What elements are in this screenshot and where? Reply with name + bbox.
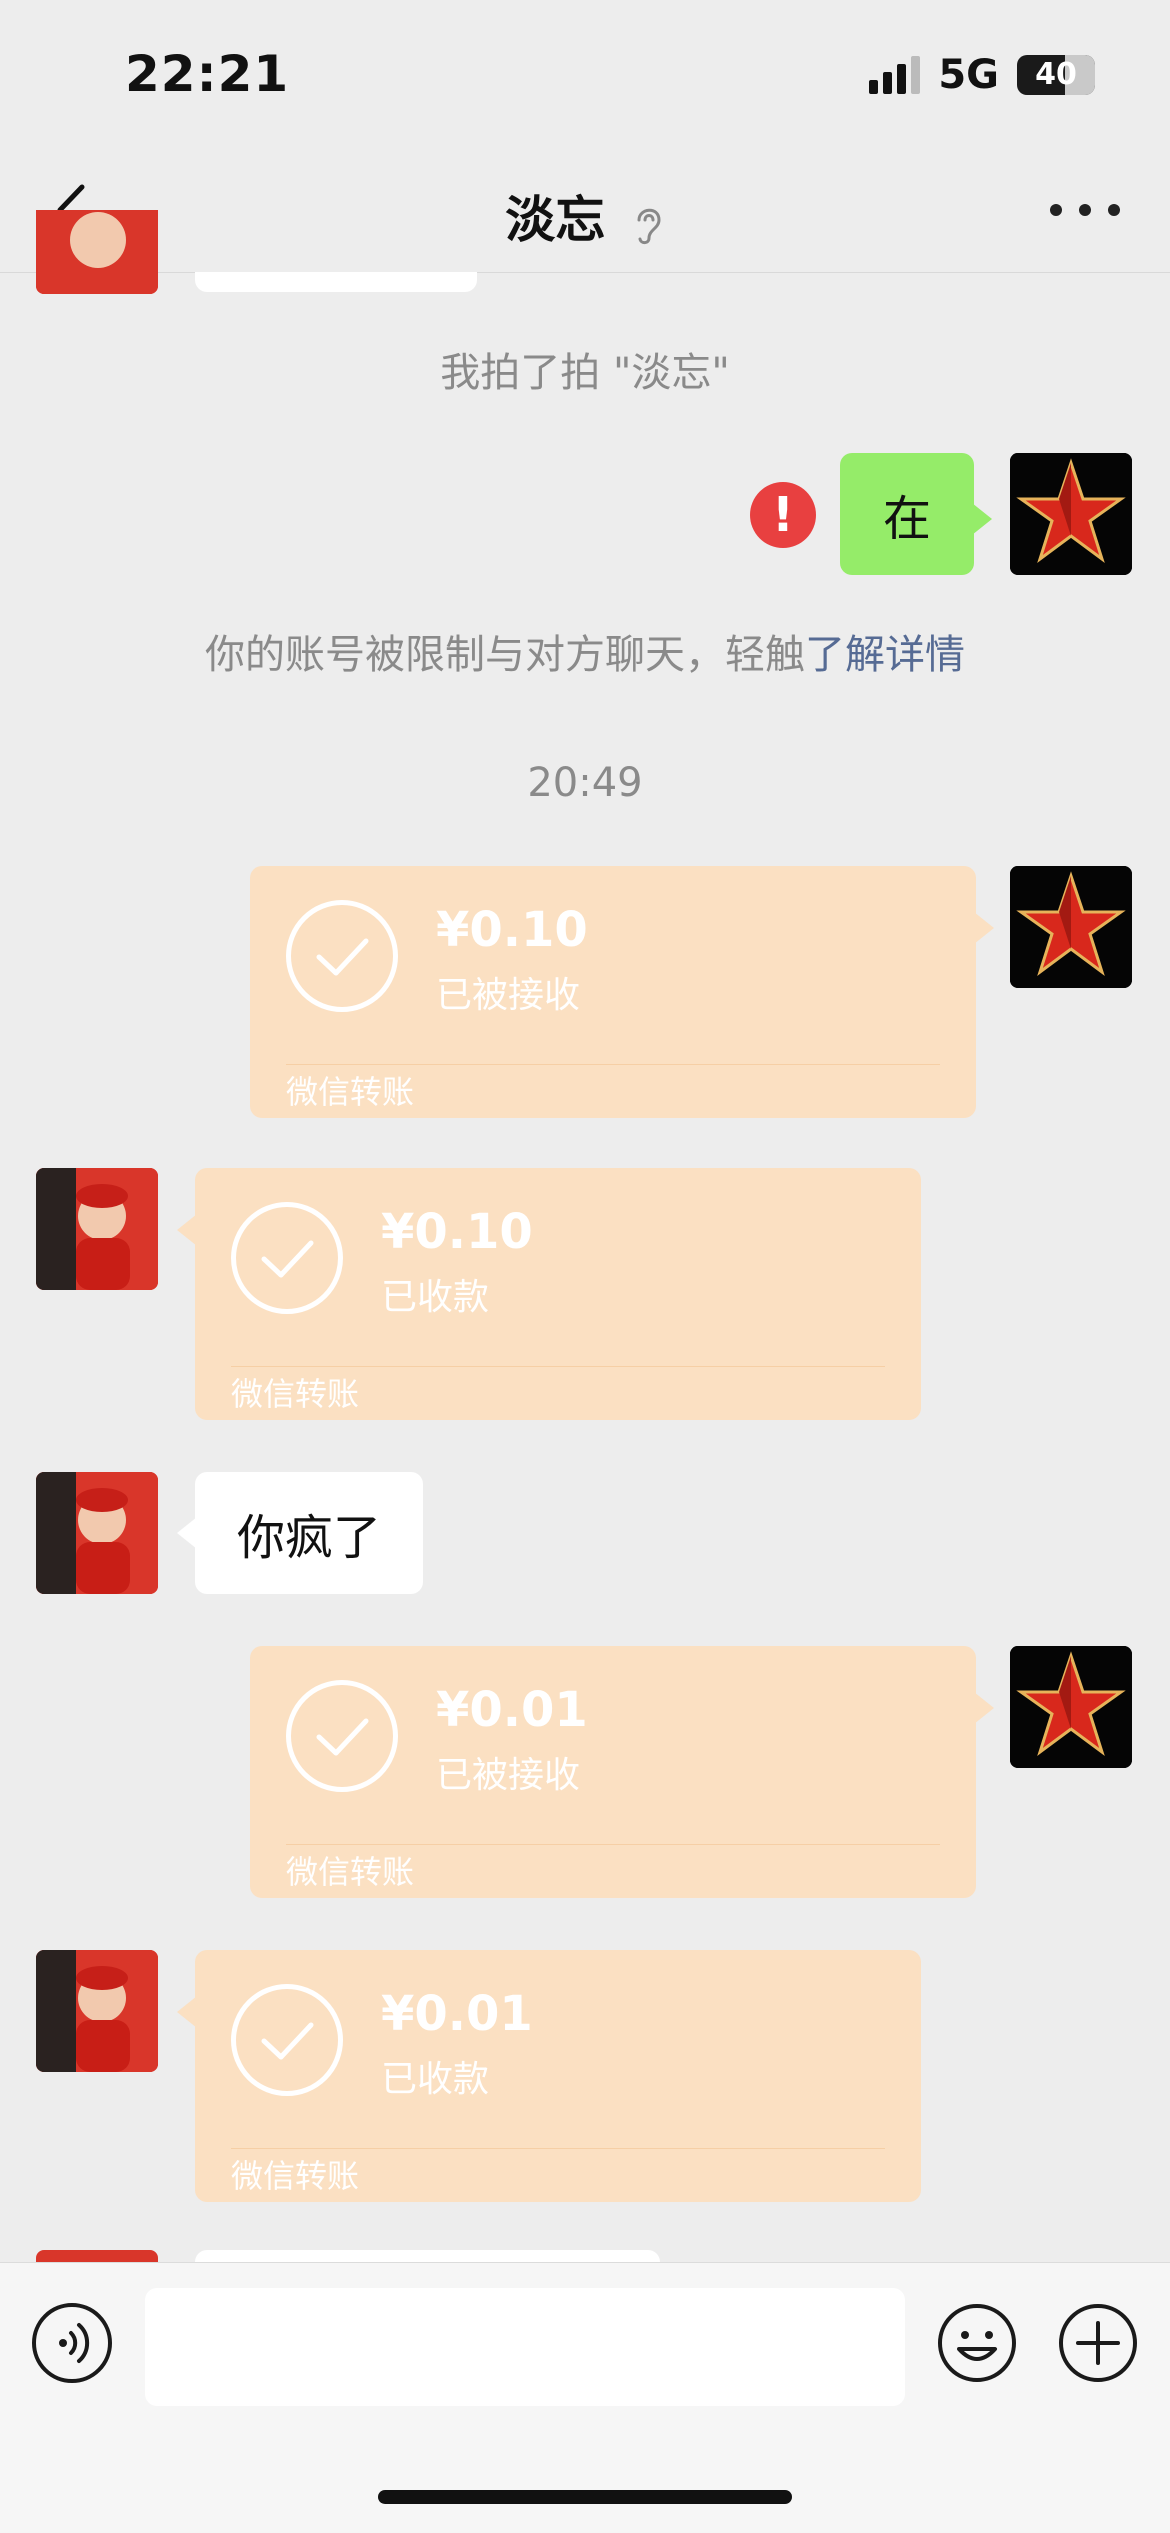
self-avatar[interactable]: [1010, 1646, 1132, 1768]
transfer-footer: 微信转账: [286, 1073, 415, 1111]
restriction-text: 你的账号被限制与对方聊天，轻触: [205, 632, 805, 678]
status-indicators: 5G 40: [869, 52, 1095, 98]
transfer-footer: 微信转账: [286, 1853, 415, 1891]
message-input[interactable]: [145, 2288, 905, 2406]
voice-icon: [59, 2323, 90, 2363]
more-button[interactable]: [1050, 190, 1120, 230]
message-text: 在: [882, 491, 931, 547]
status-time: 22:21: [125, 45, 290, 103]
self-avatar[interactable]: [1010, 866, 1132, 988]
pat-notice: 我拍了拍 "淡忘": [440, 350, 730, 396]
signal-icon: [869, 56, 921, 94]
kid-photo: [36, 1168, 158, 1290]
check-circle-icon: [286, 1680, 398, 1792]
more-dots-icon: [1050, 204, 1062, 216]
more-functions-button[interactable]: [1058, 2303, 1138, 2383]
transfer-amount: ¥0.10: [381, 1204, 533, 1260]
kid-photo: [36, 1950, 158, 2072]
transfer-status: 已被接收: [436, 1755, 581, 1796]
transfer-status: 已被接收: [436, 975, 581, 1016]
emoji-button[interactable]: [937, 2303, 1017, 2383]
contact-avatar[interactable]: [36, 1950, 158, 2072]
transfer-amount: ¥0.10: [436, 902, 588, 958]
timestamp: 20:49: [527, 760, 643, 806]
transfer-amount: ¥0.01: [436, 1682, 588, 1738]
battery-icon: 40: [1017, 55, 1095, 95]
contact-name: 淡忘: [505, 191, 606, 249]
check-circle-icon: [231, 1202, 343, 1314]
transfer-footer: 微信转账: [231, 1375, 360, 1413]
contact-avatar[interactable]: [36, 1472, 158, 1594]
transfer-card[interactable]: ¥0.01 已被接收 微信转账: [250, 1646, 994, 1898]
plus-icon: [1059, 2304, 1137, 2382]
received-message-bubble[interactable]: 你疯了: [177, 1472, 423, 1594]
message-text: 你疯了: [236, 1510, 381, 1566]
self-avatar[interactable]: [1010, 453, 1132, 575]
status-bar: 22:21 5G 40: [0, 0, 1170, 150]
restriction-notice: 你的账号被限制与对方聊天，轻触了解详情: [0, 622, 1170, 680]
message-bubble-partial[interactable]: [195, 272, 477, 292]
transfer-card[interactable]: ¥0.01 已收款 微信转账: [177, 1950, 921, 2202]
emoji-icon: [938, 2304, 1016, 2382]
contact-avatar[interactable]: [36, 210, 158, 294]
transfer-card[interactable]: ¥0.10 已收款 微信转账: [177, 1168, 921, 1420]
ear-icon: [637, 208, 661, 244]
kid-photo: [36, 1472, 158, 1594]
voice-button[interactable]: [32, 2303, 112, 2383]
send-failed-icon[interactable]: !: [750, 482, 816, 548]
transfer-status: 已收款: [381, 2059, 490, 2100]
check-circle-icon: [286, 900, 398, 1012]
battery-level: 40: [1035, 57, 1077, 92]
transfer-status: 已收款: [381, 1277, 490, 1318]
network-label: 5G: [938, 52, 999, 98]
learn-more-link[interactable]: 了解详情: [805, 632, 965, 678]
sent-message-bubble[interactable]: 在: [840, 453, 992, 575]
chat-title: 淡忘: [0, 180, 1170, 252]
star-icon: [1010, 866, 1132, 988]
star-icon: [1010, 453, 1132, 575]
nav-bar: 淡忘: [0, 150, 1170, 273]
check-circle-icon: [231, 1984, 343, 2096]
transfer-amount: ¥0.01: [381, 1986, 533, 2042]
transfer-footer: 微信转账: [231, 2157, 360, 2195]
star-icon: [1010, 1646, 1132, 1768]
contact-avatar[interactable]: [36, 1168, 158, 1290]
transfer-card[interactable]: ¥0.10 已被接收 微信转账: [250, 866, 994, 1118]
home-indicator[interactable]: [378, 2490, 792, 2504]
